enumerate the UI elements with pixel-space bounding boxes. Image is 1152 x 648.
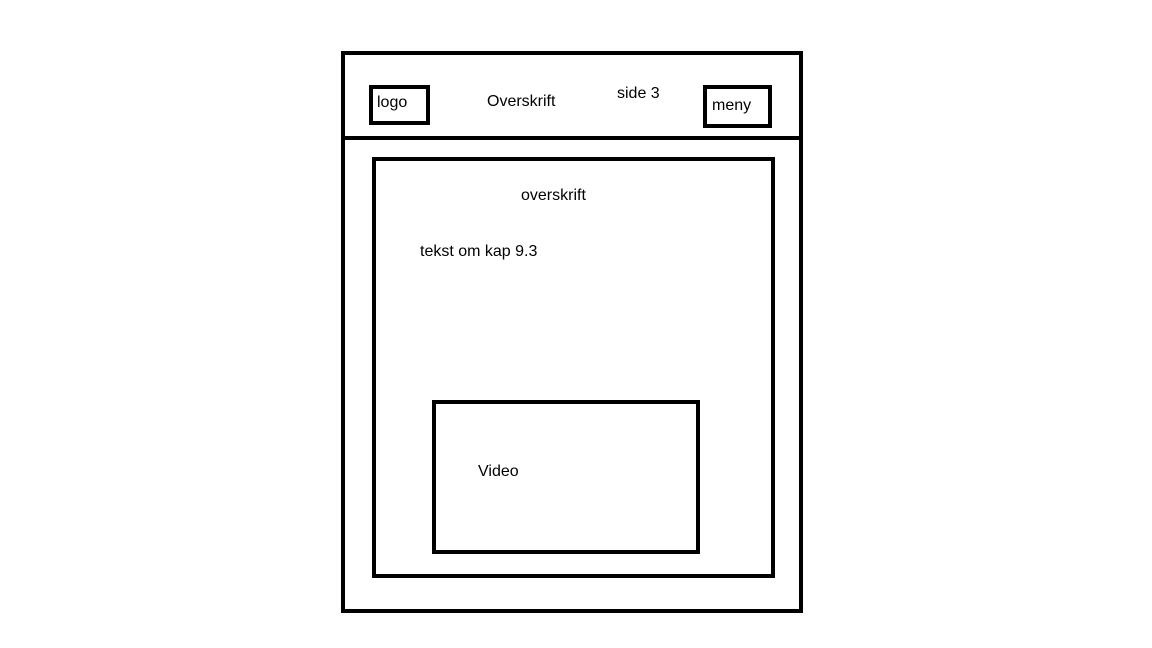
video-label: Video bbox=[478, 463, 519, 480]
page-number-label: side 3 bbox=[617, 85, 660, 102]
header-divider bbox=[341, 136, 803, 140]
content-heading: overskrift bbox=[521, 187, 586, 204]
header-title: Overskrift bbox=[487, 93, 556, 110]
video-box[interactable] bbox=[432, 400, 700, 554]
content-body-text: tekst om kap 9.3 bbox=[420, 243, 538, 260]
logo-label: logo bbox=[377, 94, 408, 111]
wireframe-canvas: logo Overskrift side 3 meny overskrift t… bbox=[0, 0, 1152, 648]
menu-label: meny bbox=[712, 97, 752, 114]
